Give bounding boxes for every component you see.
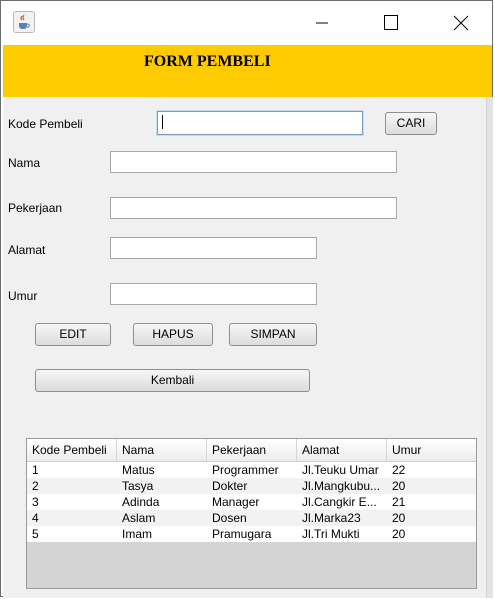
cell-pekerjaan: Dokter xyxy=(212,479,248,493)
nama-input[interactable] xyxy=(110,151,397,173)
maximize-icon xyxy=(384,15,398,30)
cell-kode: 2 xyxy=(32,479,39,493)
cell-alamat: Jl.Cangkir E... xyxy=(302,495,377,509)
kembali-button[interactable]: Kembali xyxy=(35,369,310,392)
edit-button[interactable]: EDIT xyxy=(35,323,111,346)
minimize-button[interactable] xyxy=(299,1,345,43)
column-header-kode[interactable]: Kode Pembeli xyxy=(27,439,117,461)
cell-umur: 20 xyxy=(392,479,406,493)
cell-pekerjaan: Programmer xyxy=(212,463,279,477)
pembeli-table[interactable]: Kode Pembeli Nama Pekerjaan Alamat Umur … xyxy=(26,438,477,589)
cell-umur: 21 xyxy=(392,495,406,509)
table-row[interactable]: 5 Imam Pramugara Jl.Tri Mukti 20 xyxy=(27,526,476,542)
umur-input[interactable] xyxy=(110,283,317,305)
close-icon xyxy=(453,15,469,31)
cell-pekerjaan: Dosen xyxy=(212,511,247,525)
umur-label: Umur xyxy=(8,289,38,303)
cell-alamat: Jl.Tri Mukti xyxy=(302,527,360,541)
maximize-button[interactable] xyxy=(368,1,414,43)
cell-pekerjaan: Pramugara xyxy=(212,527,272,541)
cell-pekerjaan: Manager xyxy=(212,495,260,509)
cell-kode: 4 xyxy=(32,511,39,525)
table-row[interactable]: 4 Aslam Dosen Jl.Marka23 20 xyxy=(27,510,476,526)
table-body: 1 Matus Programmer Jl.Teuku Umar 22 2 Ta… xyxy=(27,462,476,542)
app-window: FORM PEMBELI Kode Pembeli CARI Nama Peke… xyxy=(0,0,493,598)
table-header: Kode Pembeli Nama Pekerjaan Alamat Umur xyxy=(27,439,476,462)
cell-nama: Matus xyxy=(122,463,155,477)
cell-umur: 20 xyxy=(392,511,406,525)
page-title: FORM PEMBELI xyxy=(144,53,271,70)
table-row[interactable]: 3 Adinda Manager Jl.Cangkir E... 21 xyxy=(27,494,476,510)
close-button[interactable] xyxy=(438,1,484,43)
cell-nama: Tasya xyxy=(122,479,154,493)
kode-pembeli-label: Kode Pembeli xyxy=(8,117,83,131)
text-caret xyxy=(162,115,163,129)
cari-button[interactable]: CARI xyxy=(385,112,437,135)
cell-kode: 1 xyxy=(32,463,39,477)
simpan-button[interactable]: SIMPAN xyxy=(229,323,317,346)
kode-pembeli-input[interactable] xyxy=(157,111,363,135)
panel-edge xyxy=(486,97,493,598)
cell-nama: Aslam xyxy=(122,511,156,525)
column-header-umur[interactable]: Umur xyxy=(387,439,476,461)
alamat-input[interactable] xyxy=(110,237,317,259)
cell-umur: 20 xyxy=(392,527,406,541)
minimize-icon xyxy=(316,22,328,24)
java-cup-icon[interactable] xyxy=(13,11,35,33)
cell-nama: Adinda xyxy=(122,495,160,509)
cell-kode: 5 xyxy=(32,527,39,541)
nama-label: Nama xyxy=(8,156,41,170)
cell-kode: 3 xyxy=(32,495,39,509)
cell-umur: 22 xyxy=(392,463,406,477)
alamat-label: Alamat xyxy=(8,243,46,257)
title-bar xyxy=(1,1,492,43)
table-row[interactable]: 2 Tasya Dokter Jl.Mangkubu... 20 xyxy=(27,478,476,494)
cell-nama: Imam xyxy=(122,527,152,541)
cell-alamat: Jl.Mangkubu... xyxy=(302,479,381,493)
table-row[interactable]: 1 Matus Programmer Jl.Teuku Umar 22 xyxy=(27,462,476,478)
column-header-nama[interactable]: Nama xyxy=(117,439,207,461)
hapus-button[interactable]: HAPUS xyxy=(133,323,213,346)
column-header-alamat[interactable]: Alamat xyxy=(297,439,387,461)
pekerjaan-label: Pekerjaan xyxy=(8,201,63,215)
cell-alamat: Jl.Marka23 xyxy=(302,511,361,525)
column-header-pekerjaan[interactable]: Pekerjaan xyxy=(207,439,297,461)
cell-alamat: Jl.Teuku Umar xyxy=(302,463,379,477)
pekerjaan-input[interactable] xyxy=(110,197,397,219)
